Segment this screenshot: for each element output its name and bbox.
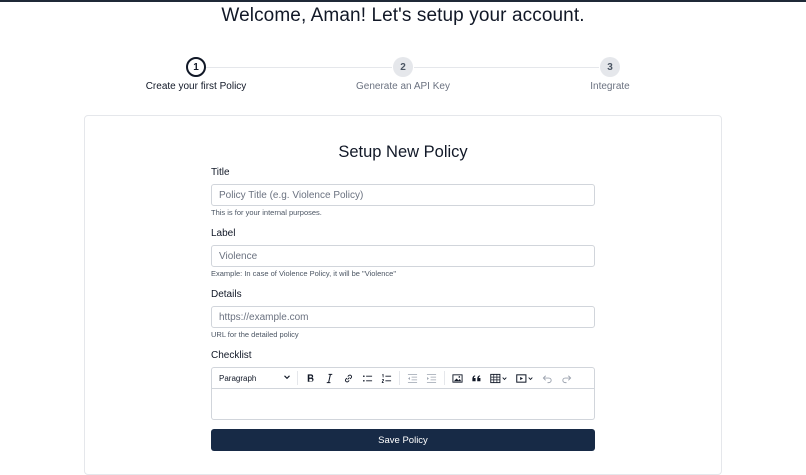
title-input[interactable]: Policy Title (e.g. Violence Policy) [211, 184, 595, 206]
link-icon[interactable] [339, 369, 358, 387]
step-3-label: Integrate [590, 81, 630, 92]
title-field-label: Title [211, 167, 230, 178]
toolbar-separator [399, 371, 400, 385]
step-1-label: Create your first Policy [145, 81, 247, 92]
table-icon[interactable] [486, 369, 512, 387]
bulleted-list-icon[interactable] [358, 369, 377, 387]
toolbar-separator [297, 371, 298, 385]
outdent-icon[interactable] [403, 369, 422, 387]
page-title: Welcome, Aman! Let's setup your account. [221, 5, 585, 26]
stepper-connector [414, 67, 599, 68]
block-format-dropdown[interactable]: Paragraph [216, 373, 294, 383]
checklist-editor: Paragraph [211, 367, 595, 420]
editor-toolbar: Paragraph [211, 367, 595, 389]
setup-stepper: 1 2 3 Create your first Policy Generate … [0, 57, 806, 97]
form-title: Setup New Policy [338, 143, 468, 161]
title-help-text: This is for your internal purposes. [211, 208, 322, 217]
label-help-text: Example: In case of Violence Policy, it … [211, 269, 397, 278]
redo-icon[interactable] [557, 369, 576, 387]
details-field-label: Details [211, 289, 242, 300]
label-field-label: Label [211, 228, 236, 239]
italic-icon[interactable] [320, 369, 339, 387]
step-1-indicator[interactable]: 1 [186, 57, 206, 77]
step-2-indicator[interactable]: 2 [393, 57, 413, 77]
step-2-label: Generate an API Key [356, 81, 450, 92]
image-icon[interactable] [448, 369, 467, 387]
chevron-down-icon [283, 373, 291, 383]
checklist-editor-content[interactable] [211, 389, 595, 420]
label-input[interactable]: Violence [211, 245, 595, 267]
step-3-indicator[interactable]: 3 [600, 57, 620, 77]
details-input[interactable]: https://example.com [211, 306, 595, 328]
numbered-list-icon[interactable] [377, 369, 396, 387]
undo-icon[interactable] [538, 369, 557, 387]
media-icon[interactable] [512, 369, 538, 387]
top-border [0, 0, 806, 2]
indent-icon[interactable] [422, 369, 441, 387]
toolbar-separator [444, 371, 445, 385]
stepper-connector [206, 67, 392, 68]
details-help-text: URL for the detailed policy [211, 330, 299, 339]
quote-icon[interactable] [467, 369, 486, 387]
checklist-field-label: Checklist [211, 350, 252, 361]
bold-icon[interactable] [301, 369, 320, 387]
save-policy-button[interactable]: Save Policy [211, 429, 595, 451]
block-format-value: Paragraph [219, 373, 257, 383]
